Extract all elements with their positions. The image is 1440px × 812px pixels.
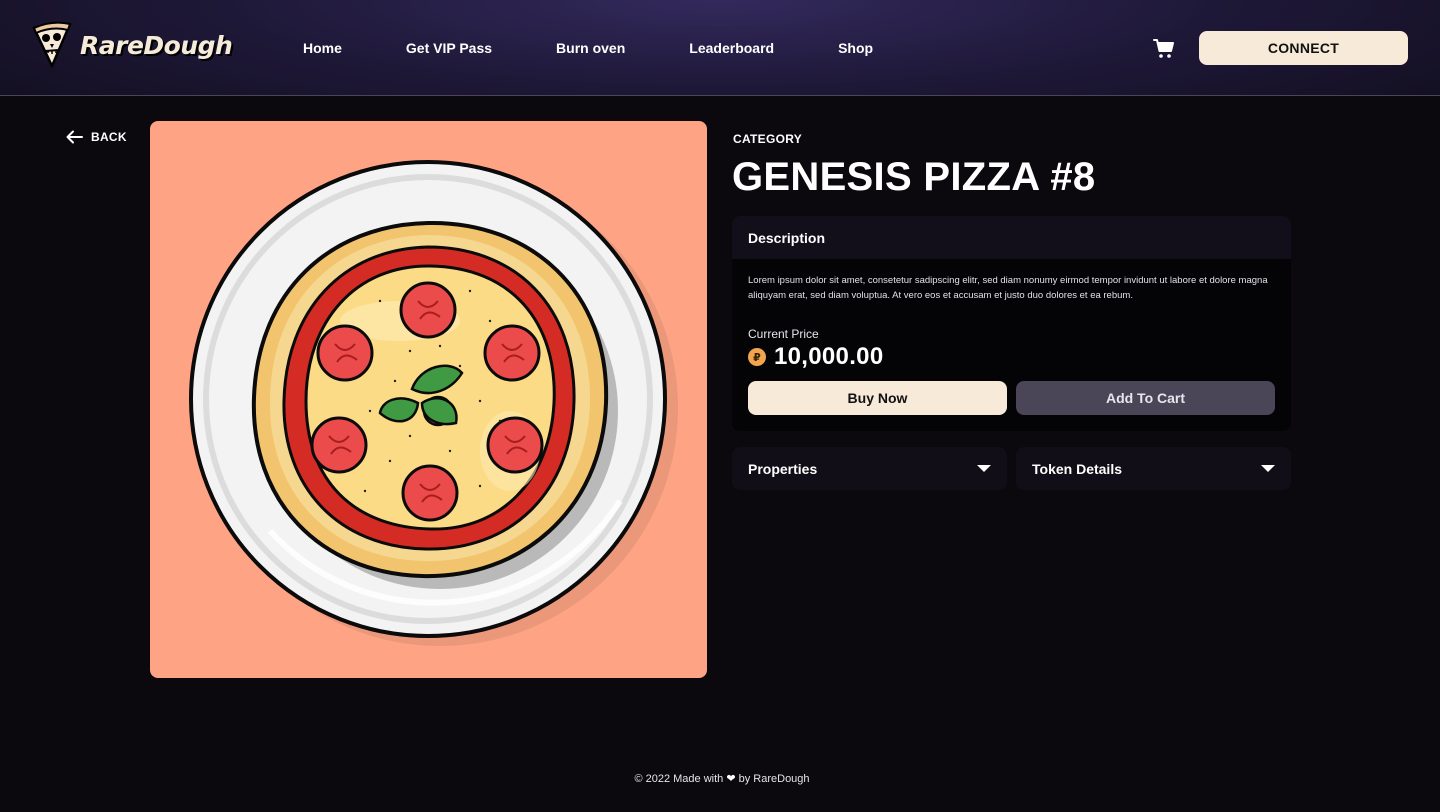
token-details-accordion[interactable]: Token Details bbox=[1016, 447, 1291, 490]
connect-wallet-button[interactable]: CONNECT bbox=[1199, 31, 1408, 65]
properties-accordion[interactable]: Properties bbox=[732, 447, 1007, 490]
price-value: 10,000.00 bbox=[774, 343, 884, 370]
product-category: CATEGORY bbox=[733, 132, 803, 146]
price-row: ₽ 10,000.00 bbox=[748, 343, 883, 371]
chevron-down-icon bbox=[977, 464, 991, 472]
pizza-skull-icon bbox=[32, 21, 72, 68]
price-label: Current Price bbox=[748, 327, 819, 341]
dough-coin-icon: ₽ bbox=[748, 348, 766, 366]
buy-now-button[interactable]: Buy Now bbox=[748, 381, 1007, 415]
nav-leaderboard[interactable]: Leaderboard bbox=[689, 39, 774, 57]
brand-logo[interactable]: RareDough bbox=[30, 20, 233, 70]
add-to-cart-button[interactable]: Add To Cart bbox=[1016, 381, 1275, 415]
nav-home[interactable]: Home bbox=[303, 39, 342, 57]
description-text: Lorem ipsum dolor sit amet, consetetur s… bbox=[748, 275, 1268, 301]
top-header: RareDough Home Get VIP Pass Burn oven Le… bbox=[0, 0, 1440, 96]
brand-name: RareDough bbox=[80, 30, 233, 60]
back-label: BACK bbox=[91, 130, 127, 144]
main-nav: Home Get VIP Pass Burn oven Leaderboard … bbox=[303, 39, 873, 57]
footer-prefix: © 2022 Made with bbox=[634, 773, 724, 785]
arrow-left-icon bbox=[66, 130, 83, 144]
heart-icon: ❤ bbox=[726, 773, 736, 785]
pizza-illustration bbox=[189, 160, 678, 646]
description-heading: Description bbox=[732, 216, 1291, 259]
nav-burn-oven[interactable]: Burn oven bbox=[556, 39, 625, 57]
back-link[interactable]: BACK bbox=[66, 130, 127, 144]
nav-shop[interactable]: Shop bbox=[838, 39, 873, 57]
shopping-cart-icon[interactable] bbox=[1152, 37, 1176, 61]
product-title: GENESIS PIZZA #8 bbox=[732, 155, 1096, 199]
description-card: Description Lorem ipsum dolor sit amet, … bbox=[732, 216, 1291, 431]
nft-artwork bbox=[150, 121, 707, 678]
token-details-label: Token Details bbox=[1032, 460, 1122, 477]
footer-suffix: by RareDough bbox=[738, 773, 810, 785]
properties-label: Properties bbox=[748, 460, 818, 477]
footer: © 2022 Made with ❤ by RareDough bbox=[0, 772, 1440, 785]
nav-get-vip-pass[interactable]: Get VIP Pass bbox=[406, 39, 492, 57]
chevron-down-icon bbox=[1261, 464, 1275, 472]
